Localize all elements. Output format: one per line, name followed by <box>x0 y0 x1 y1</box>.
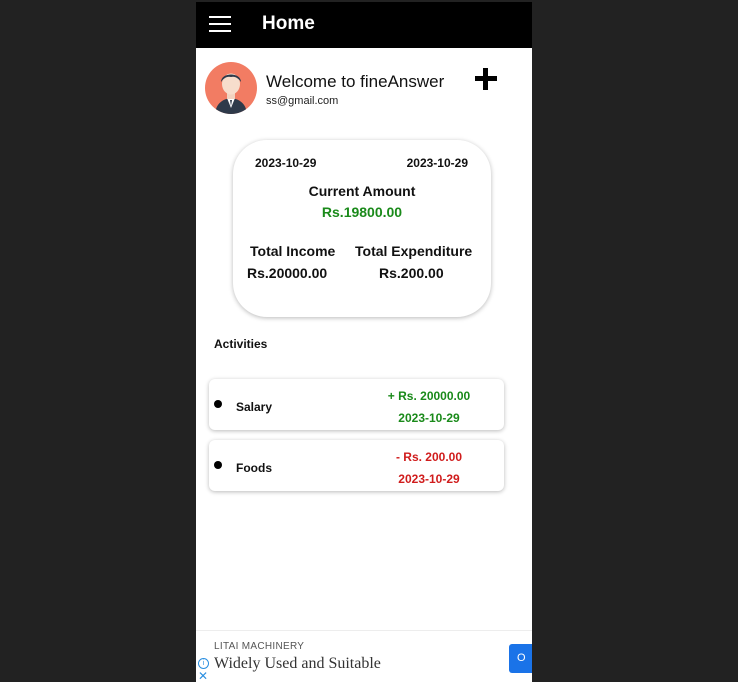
activity-item-salary[interactable]: Salary + Rs. 20000.00 2023-10-29 <box>209 379 504 430</box>
user-avatar-icon <box>215 73 247 114</box>
activity-date: 2023-10-29 <box>398 472 460 486</box>
activity-name: Foods <box>236 461 272 475</box>
page-title: Home <box>262 13 315 34</box>
current-amount-label: Current Amount <box>308 183 416 199</box>
summary-card: 2023-10-29 2023-10-29 Current Amount Rs.… <box>233 140 491 317</box>
total-income-value: Rs.20000.00 <box>247 265 328 281</box>
total-expenditure-label: Total Expenditure <box>355 243 473 259</box>
activity-amount: + Rs. 20000.00 <box>387 389 471 403</box>
add-transaction-icon[interactable] <box>475 68 497 90</box>
ad-company: LITAI MACHINERY <box>214 641 305 652</box>
welcome-text: Welcome to fineAnswer <box>266 72 445 91</box>
activities-heading: Activities <box>214 337 268 351</box>
avatar <box>205 62 257 114</box>
total-expenditure-value: Rs.200.00 <box>379 265 444 281</box>
activity-amount: - Rs. 200.00 <box>395 450 463 464</box>
user-email: ss@gmail.com <box>266 95 339 107</box>
app-bar: Home <box>196 2 532 48</box>
activity-item-foods[interactable]: Foods - Rs. 200.00 2023-10-29 <box>209 440 504 491</box>
ad-cta-button[interactable]: O <box>509 644 532 673</box>
total-income-label: Total Income <box>250 243 336 259</box>
ad-headline[interactable]: Widely Used and Suitable <box>214 655 381 673</box>
bullet-icon <box>214 461 222 469</box>
end-date[interactable]: 2023-10-29 <box>407 156 468 170</box>
ad-info-icon[interactable]: i <box>198 658 209 669</box>
activity-date: 2023-10-29 <box>398 411 460 425</box>
ad-close-icon[interactable]: ✕ <box>198 670 208 682</box>
app-screen: Home Welcome to fineAnswer ss@gmail.com … <box>196 2 532 682</box>
ad-banner[interactable]: LITAI MACHINERY Widely Used and Suitable… <box>196 630 532 682</box>
hamburger-menu-icon[interactable] <box>209 16 231 33</box>
activity-name: Salary <box>236 400 273 414</box>
bullet-icon <box>214 400 222 408</box>
start-date[interactable]: 2023-10-29 <box>255 156 316 170</box>
current-amount-value: Rs.19800.00 <box>321 204 403 220</box>
